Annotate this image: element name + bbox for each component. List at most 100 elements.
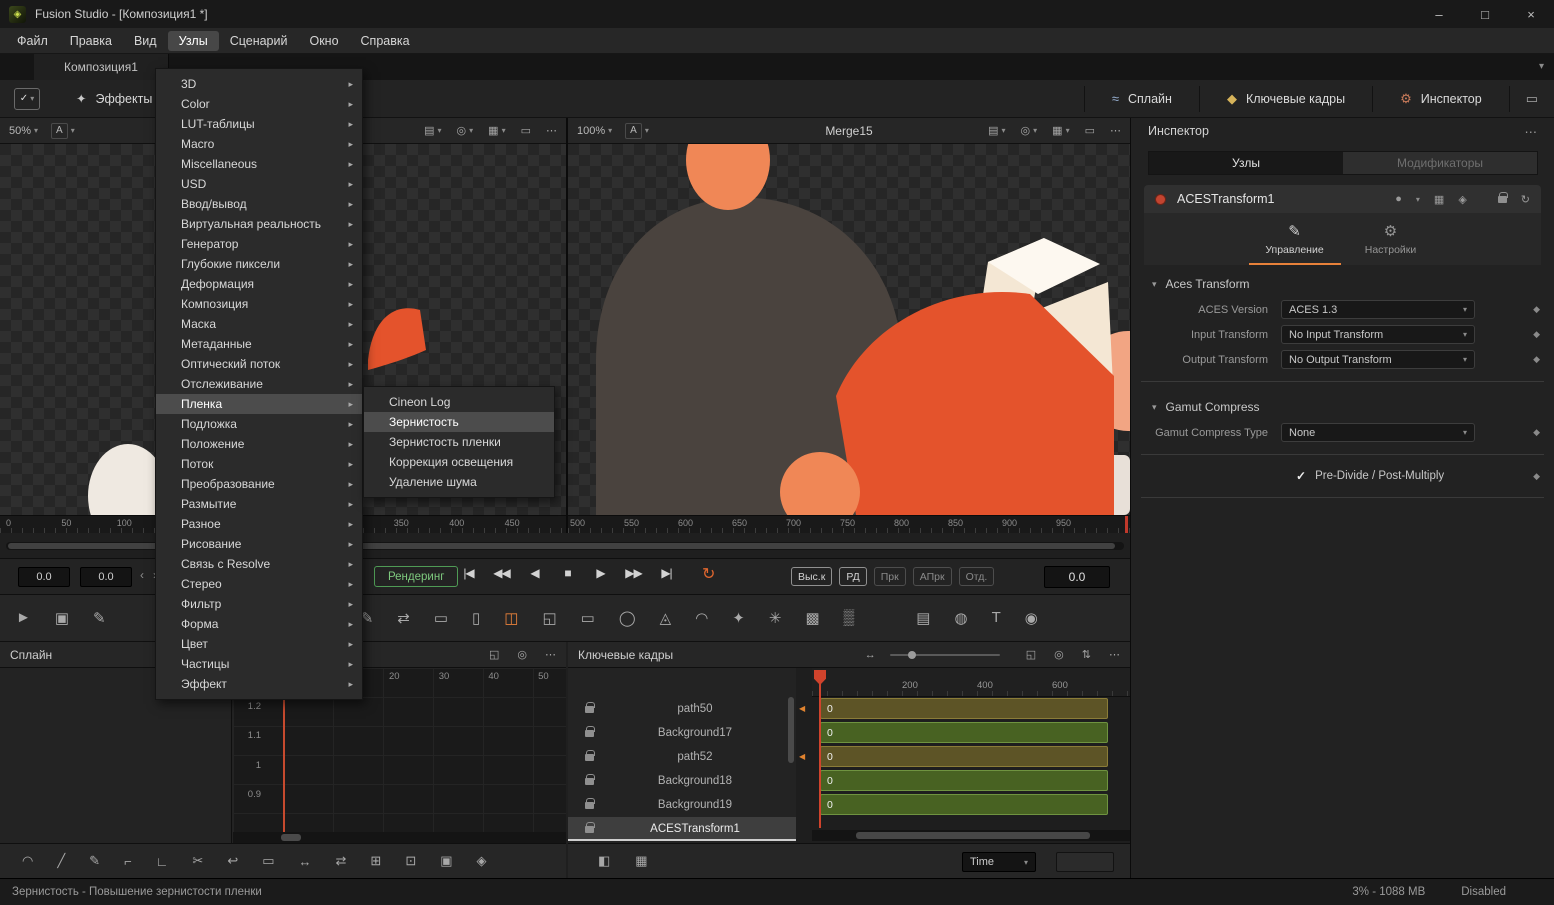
current-frame-field[interactable]: 0.0 — [1044, 566, 1110, 588]
menubar-item-Справка[interactable]: Справка — [350, 31, 421, 51]
close-button[interactable]: × — [1508, 0, 1554, 28]
reverse-icon[interactable]: ↩ — [227, 853, 238, 869]
right-viewer-canvas[interactable] — [568, 144, 1130, 515]
inspector-tab-Модификаторы[interactable]: Модификаторы — [1343, 152, 1537, 174]
lock-icon[interactable] — [1498, 196, 1507, 203]
play-reverse-button[interactable]: ◀ — [518, 566, 551, 580]
keyframe-track-bar[interactable]: 0 — [820, 746, 1108, 767]
chevron-left-icon[interactable]: ‹ — [140, 568, 144, 582]
handles-icon[interactable]: ◈ — [477, 853, 487, 869]
scissors-icon[interactable]: ✂ — [192, 853, 203, 869]
corner-icon[interactable]: ⌐ — [124, 854, 132, 869]
scrollbar-thumb[interactable] — [281, 834, 301, 841]
grid-icon[interactable]: ▦▾ — [488, 124, 505, 137]
inspector-tab-Узлы[interactable]: Узлы — [1149, 152, 1343, 174]
more-icon[interactable]: ⋯ — [1525, 124, 1538, 139]
fast-forward-button[interactable]: ▶▶ — [617, 566, 650, 580]
more-icon[interactable]: ⋯ — [545, 648, 556, 661]
smooth-icon[interactable]: ◠ — [22, 853, 33, 869]
caret-down-icon[interactable]: ▾ — [1416, 195, 1420, 204]
mode-button-Прк[interactable]: Прк — [874, 567, 906, 586]
globe-icon[interactable]: ◎▾ — [1021, 124, 1038, 137]
tab-list-caret-icon[interactable]: ▾ — [1539, 61, 1544, 72]
range-end-field[interactable]: 0.0 — [80, 567, 132, 587]
keyframe-track-bar[interactable]: 0 — [820, 794, 1108, 815]
swap-icon[interactable]: ⇄ — [336, 853, 347, 869]
submenu-item-Удаление шума[interactable]: Удаление шума — [364, 472, 554, 492]
track-marker-icon[interactable]: ◀ — [799, 704, 805, 713]
frame-icon[interactable]: ▣ — [55, 609, 69, 627]
expand-icon[interactable]: ◱ — [1026, 648, 1036, 661]
section-title-Aces Transform[interactable]: ▾Aces Transform — [1131, 268, 1554, 297]
menubar-item-Узлы[interactable]: Узлы — [168, 31, 219, 51]
menu-item-Глубокие пиксели[interactable]: Глубокие пиксели▸ — [156, 254, 362, 274]
right-channel-select[interactable]: A▾ — [625, 123, 649, 139]
particles-icon[interactable]: ✳ — [769, 609, 782, 627]
linear-icon[interactable]: ╱ — [57, 853, 65, 869]
menu-item-Генератор[interactable]: Генератор▸ — [156, 234, 362, 254]
reset-icon[interactable]: ↻ — [1521, 193, 1530, 206]
menu-item-Color[interactable]: Color▸ — [156, 94, 362, 114]
keyframes-timeline-ruler[interactable]: 200400600 — [812, 668, 1130, 697]
pencil-icon[interactable]: ✎ — [89, 853, 100, 869]
menu-item-Маска[interactable]: Маска▸ — [156, 314, 362, 334]
keyframe-track-bar[interactable]: 0 — [820, 698, 1108, 719]
menu-item-Оптический поток[interactable]: Оптический поток▸ — [156, 354, 362, 374]
layers-icon[interactable]: ▤▾ — [988, 124, 1005, 137]
menu-item-Разное[interactable]: Разное▸ — [156, 514, 362, 534]
loop-button[interactable]: ↻ — [702, 564, 715, 584]
merge-icon[interactable]: ◫ — [504, 609, 518, 627]
grid-icon[interactable]: ▦▾ — [1052, 124, 1069, 137]
pin-icon[interactable]: ◈ — [1458, 193, 1466, 206]
mode-button-Выс.к[interactable]: Выс.к — [791, 567, 832, 586]
more-icon[interactable]: ⋯ — [1109, 648, 1120, 661]
sphere-icon[interactable]: ◍ — [954, 609, 967, 627]
minimize-button[interactable]: – — [1416, 0, 1462, 28]
menu-item-Подложка[interactable]: Подложка▸ — [156, 414, 362, 434]
split-view-icon[interactable]: ◧ — [598, 853, 610, 869]
menu-item-Miscellaneous[interactable]: Miscellaneous▸ — [156, 154, 362, 174]
range-start-field[interactable]: 0.0 — [18, 567, 70, 587]
keyframes-value-field[interactable] — [1056, 852, 1114, 872]
menu-item-Отслеживание[interactable]: Отслеживание▸ — [156, 374, 362, 394]
menu-item-Виртуальная реальность[interactable]: Виртуальная реальность▸ — [156, 214, 362, 234]
keyframe-diamond-icon[interactable]: ◆ — [1533, 427, 1540, 438]
menu-item-Частицы[interactable]: Частицы▸ — [156, 654, 362, 674]
snap-icon[interactable]: ⊡ — [405, 853, 416, 869]
wand-icon[interactable]: ✦ — [732, 609, 745, 627]
menu-item-Форма[interactable]: Форма▸ — [156, 614, 362, 634]
rect-icon[interactable]: ▭ — [1085, 124, 1095, 137]
playhead-pin[interactable] — [814, 670, 826, 685]
fast-rewind-button[interactable]: ◀◀ — [485, 566, 518, 580]
spline-h-scrollbar[interactable] — [233, 832, 566, 843]
rect-icon[interactable]: ▭ — [521, 124, 531, 137]
fit-width-icon[interactable]: ↔ — [865, 649, 876, 661]
menu-item-Macro[interactable]: Macro▸ — [156, 134, 362, 154]
tool-tab-Управление[interactable]: ✎Управление — [1249, 219, 1341, 265]
menu-item-Фильтр[interactable]: Фильтр▸ — [156, 594, 362, 614]
menu-item-Поток[interactable]: Поток▸ — [156, 454, 362, 474]
transform-icon[interactable]: ⇄ — [397, 609, 410, 627]
expand-icon[interactable]: ◱ — [489, 648, 499, 661]
more-icon[interactable]: ⋯ — [546, 124, 557, 137]
keyframes-tracks[interactable]: 200400600 ◀00◀000 — [812, 668, 1130, 843]
section-title-Gamut Compress[interactable]: ▾Gamut Compress — [1131, 391, 1554, 420]
table-icon[interactable]: ▦ — [635, 853, 647, 869]
node-card-header[interactable]: ACESTransform1 ● ▾ ▦ ◈ ↻ — [1144, 185, 1541, 213]
lock-icon[interactable] — [585, 802, 594, 809]
menu-item-Размытие[interactable]: Размытие▸ — [156, 494, 362, 514]
skip-to-start-button[interactable]: |◀ — [452, 566, 485, 580]
menu-item-Положение[interactable]: Положение▸ — [156, 434, 362, 454]
dropdown-Output Transform[interactable]: No Output Transform▾ — [1281, 350, 1475, 369]
menu-item-Цвет[interactable]: Цвет▸ — [156, 634, 362, 654]
checkbox-check-icon[interactable]: ✓ — [1296, 469, 1306, 483]
panel-button-Ключевые кадры[interactable]: ◆Ключевые кадры — [1200, 80, 1372, 117]
layer-list-scrollbar[interactable] — [788, 697, 794, 763]
camera-icon[interactable]: ◉ — [1025, 609, 1038, 627]
left-zoom-select[interactable]: 50%▾ — [9, 125, 38, 137]
left-channel-select[interactable]: A▾ — [51, 123, 75, 139]
lock-icon[interactable] — [585, 778, 594, 785]
zoom-icon[interactable]: ◎ — [1054, 648, 1064, 661]
letterbox-icon[interactable]: ▯ — [472, 609, 480, 627]
copy-icon[interactable]: ▣ — [440, 853, 452, 869]
